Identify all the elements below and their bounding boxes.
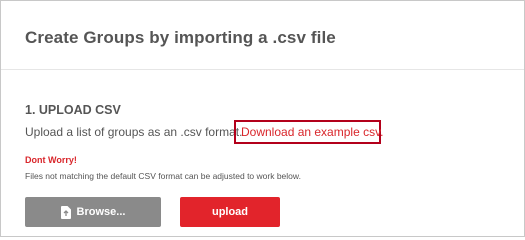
browse-button[interactable]: Browse... [25, 197, 161, 227]
upload-description: Upload a list of groups as an .csv forma… [25, 125, 243, 139]
file-upload-icon [60, 205, 71, 219]
download-example-csv-link[interactable]: Download an example csv. [241, 125, 384, 139]
warning-text: Files not matching the default CSV forma… [25, 171, 301, 181]
upload-button-label: upload [211, 206, 249, 218]
page-title: Create Groups by importing a .csv file [25, 28, 336, 47]
title-divider [1, 69, 524, 70]
warning-title: Dont Worry! [25, 155, 77, 165]
upload-button[interactable]: upload [180, 197, 280, 227]
import-panel: Create Groups by importing a .csv file 1… [0, 0, 525, 237]
upload-section-heading: 1. UPLOAD CSV [25, 103, 121, 117]
browse-button-label: Browse... [76, 206, 126, 218]
